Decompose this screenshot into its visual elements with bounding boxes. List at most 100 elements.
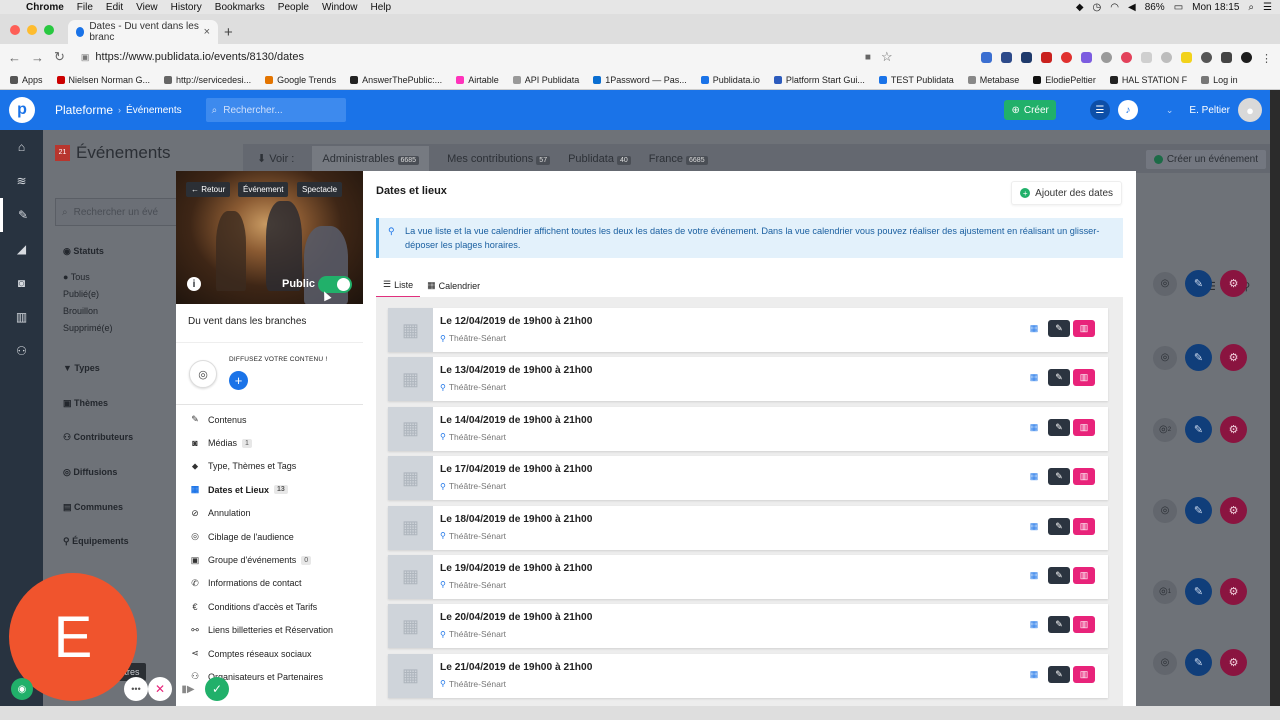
close-tab-icon[interactable]: × — [204, 26, 210, 38]
editor-menu-item[interactable]: ✆ Informations de contact — [190, 572, 363, 595]
edit-date-button[interactable]: ✎ — [1048, 369, 1070, 387]
bookmark-item[interactable]: 1Password — Pas... — [593, 75, 687, 85]
extension-icon[interactable] — [1161, 51, 1172, 63]
calendar-view-button[interactable]: ▦ — [1023, 567, 1045, 584]
camera-permission-icon[interactable]: ■ — [865, 52, 871, 63]
bookmark-item[interactable]: Log in — [1201, 75, 1238, 85]
edit-date-button[interactable]: ✎ — [1048, 517, 1070, 535]
reload-icon[interactable]: ↻ — [54, 49, 65, 65]
edit-date-button[interactable]: ✎ — [1048, 320, 1070, 337]
global-search-input[interactable]: ⌕ Rechercher... — [205, 98, 346, 122]
tasks-list-button[interactable]: ☰ — [1089, 100, 1110, 120]
antenna-icon[interactable]: ◎ 1 — [1153, 579, 1177, 604]
bookmark-item[interactable]: Publidata.io — [700, 75, 760, 85]
dropbox-icon[interactable]: ◆ — [1076, 2, 1084, 13]
home-icon[interactable]: ⌂ — [0, 130, 43, 164]
filter-themes[interactable]: ▣ Thèmes — [63, 398, 108, 409]
extension-icon[interactable] — [1141, 51, 1152, 63]
settings-event-button[interactable]: ⚙ — [1220, 270, 1247, 297]
menu-view[interactable]: View — [136, 2, 158, 13]
filter-types[interactable]: ▼ Types — [63, 363, 100, 373]
calendar-view-button[interactable]: ▦ — [1023, 320, 1045, 337]
bookmark-item[interactable]: Metabase — [967, 75, 1019, 85]
extension-icon[interactable] — [1021, 51, 1032, 63]
extension-icon[interactable] — [1001, 51, 1012, 63]
avatar[interactable]: ● — [1238, 98, 1262, 122]
tab-administrables[interactable]: Administrables 6685 — [312, 145, 430, 172]
menu-file[interactable]: File — [77, 2, 93, 13]
minimize-window-button[interactable] — [27, 25, 37, 35]
back-button[interactable]: ← Retour — [186, 182, 231, 197]
camera-icon[interactable]: ◙ — [0, 266, 43, 300]
tab-mes-contributions[interactable]: Mes contributions 57 — [447, 153, 551, 165]
editor-menu-item[interactable]: ⊘ Annulation — [190, 502, 363, 525]
back-icon[interactable]: ← — [8, 50, 21, 65]
editor-menu-item[interactable]: ⋖ Comptes réseaux sociaux — [190, 642, 363, 665]
volume-icon[interactable]: ◀ — [1128, 2, 1136, 13]
editor-menu-item[interactable]: ✎ Contenus — [190, 408, 363, 431]
tab-publidata[interactable]: Publidata 40 — [568, 153, 631, 165]
pause-recording-icon[interactable]: ▮▶ — [176, 677, 200, 701]
delete-date-button[interactable]: ▥ — [1073, 369, 1095, 387]
menu-history[interactable]: History — [171, 2, 202, 13]
finish-recording-icon[interactable]: ✓ — [205, 677, 229, 701]
bookmark-item[interactable]: HAL STATION F — [1109, 75, 1187, 85]
breadcrumb-section[interactable]: Événements — [126, 105, 182, 116]
more-options-icon[interactable]: ••• — [124, 677, 148, 701]
delete-date-button[interactable]: ▥ — [1073, 566, 1095, 584]
menu-bookmarks[interactable]: Bookmarks — [215, 2, 265, 13]
filter-contributeurs[interactable]: ⚇ Contributeurs — [63, 432, 133, 443]
calendar-view-button[interactable]: ▦ — [1023, 616, 1045, 633]
bookmark-item[interactable]: Nielsen Norman G... — [56, 75, 150, 85]
antenna-icon[interactable]: ◎ — [1153, 650, 1177, 675]
extension-icon[interactable] — [981, 51, 992, 63]
antenna-icon[interactable]: ◎ — [1153, 498, 1177, 523]
filter-diffusions[interactable]: ◎ Diffusions — [63, 467, 117, 478]
bookmark-star-icon[interactable]: ☆ — [881, 49, 893, 65]
edit-date-button[interactable]: ✎ — [1048, 616, 1070, 634]
new-tab-button[interactable]: + — [224, 24, 233, 41]
add-diffusion-button[interactable]: + — [229, 371, 248, 390]
create-button[interactable]: ⊕ Créer — [1004, 100, 1056, 120]
editor-menu-item[interactable]: ◎ Ciblage de l'audience — [190, 525, 363, 548]
edit-event-button[interactable]: ✎ — [1185, 416, 1212, 443]
extension-icon[interactable] — [1201, 51, 1212, 63]
users-icon[interactable]: ⚇ — [0, 334, 43, 368]
filter-statuts[interactable]: ◉ Statuts — [63, 246, 104, 257]
status-option[interactable]: Supprimé(e) — [63, 323, 113, 333]
settings-event-button[interactable]: ⚙ — [1220, 578, 1247, 605]
bookmark-item[interactable]: Apps — [10, 75, 43, 85]
status-option[interactable]: ● Tous — [63, 272, 90, 282]
calendar-view-button[interactable]: ▦ — [1023, 468, 1045, 485]
bookmark-item[interactable]: TEST Publidata — [878, 75, 954, 85]
calendar-view-button[interactable]: ▦ — [1023, 369, 1045, 386]
tab-calendrier[interactable]: ▦ Calendrier — [420, 277, 487, 298]
menu-app[interactable]: Chrome — [26, 2, 64, 13]
calendar-view-button[interactable]: ▦ — [1023, 666, 1045, 683]
delete-date-button[interactable]: ▥ — [1073, 517, 1095, 535]
close-window-button[interactable] — [10, 25, 20, 35]
extension-icon[interactable] — [1041, 51, 1052, 63]
bookmark-item[interactable]: Airtable — [456, 75, 499, 85]
calendar-view-button[interactable]: ▦ — [1023, 419, 1045, 436]
editor-menu-item[interactable]: ▣ Groupe d'événements 0 — [190, 548, 363, 571]
maximize-window-button[interactable] — [44, 25, 54, 35]
editor-menu-item[interactable]: € Conditions d'accès et Tarifs — [190, 595, 363, 618]
add-dates-button[interactable]: + Ajouter des dates — [1011, 181, 1122, 205]
antenna-icon[interactable]: ◎ — [1153, 271, 1177, 296]
wifi-icon[interactable]: ◠ — [1110, 2, 1119, 13]
megaphone-icon[interactable]: ◢ — [0, 232, 43, 266]
chrome-menu-icon[interactable]: ⋮ — [1261, 52, 1272, 65]
battery-level[interactable]: 86% — [1145, 2, 1165, 13]
edit-icon[interactable]: ✎ — [0, 198, 43, 232]
events-search-input[interactable]: ⌕ Rechercher un évé — [55, 198, 185, 226]
antenna-icon[interactable]: ◎ — [1153, 345, 1177, 370]
chat-icon[interactable]: ◉ — [11, 678, 33, 700]
delete-date-button[interactable]: ▥ — [1073, 468, 1095, 486]
forward-icon[interactable]: → — [31, 50, 44, 65]
url-field[interactable]: ▣ https://www.publidata.io/events/8130/d… — [74, 47, 855, 67]
bookmark-item[interactable]: AnswerThePublic:... — [350, 75, 442, 85]
filter-equipements[interactable]: ⚲ Équipements — [63, 536, 129, 547]
editor-menu-item[interactable]: ▦ Dates et Lieux 13 — [190, 478, 363, 501]
grid-icon[interactable]: ▥ — [0, 300, 43, 334]
